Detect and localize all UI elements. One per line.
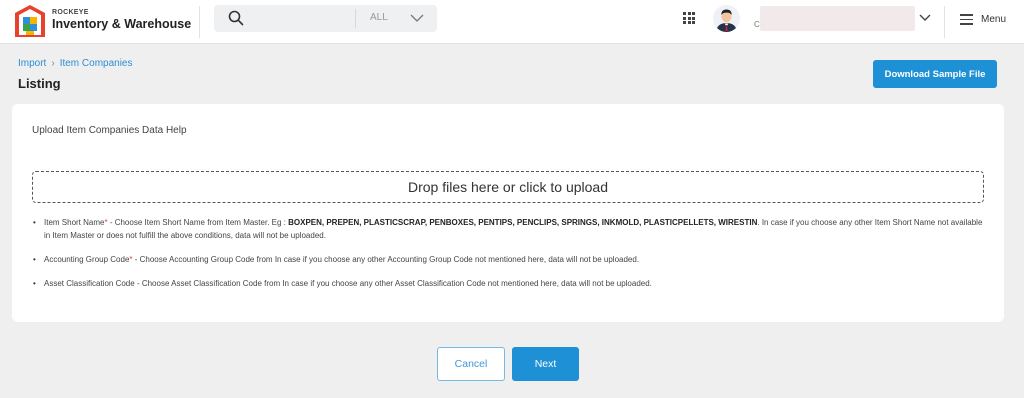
help-text: - Choose Asset Classification Code from …	[134, 279, 652, 288]
user-account-selector[interactable]	[760, 6, 915, 31]
avatar[interactable]	[713, 5, 740, 32]
menu-label[interactable]: Menu	[981, 14, 1006, 25]
help-list: Item Short Name* - Choose Item Short Nam…	[32, 216, 987, 301]
breadcrumb-item-import[interactable]: Import	[18, 58, 46, 69]
breadcrumb-separator-icon: ›	[51, 58, 55, 69]
brand-name: Inventory & Warehouse	[52, 17, 192, 31]
top-navbar: ROCKEYE Inventory & Warehouse ALL C Menu	[0, 0, 1024, 44]
menu-icon[interactable]	[960, 14, 973, 25]
user-avatar-icon	[713, 5, 740, 32]
help-field-name: Accounting Group Code	[44, 255, 130, 264]
upload-help-card: Upload Item Companies Data Help Drop fil…	[12, 104, 1004, 322]
download-sample-file-button[interactable]: Download Sample File	[873, 60, 997, 88]
help-text: - Choose Accounting Group Code from In c…	[132, 255, 640, 264]
card-title: Upload Item Companies Data Help	[32, 125, 187, 136]
logo-icon[interactable]	[14, 4, 46, 38]
search-scope-value: ALL	[370, 12, 388, 23]
search-icon[interactable]	[228, 10, 244, 26]
chevron-down-icon	[410, 14, 424, 22]
header-divider	[944, 6, 945, 38]
help-field-name: Asset Classification Code	[44, 279, 135, 288]
cancel-button[interactable]: Cancel	[437, 347, 505, 381]
help-field-name: Item Short Name	[44, 218, 105, 227]
file-dropzone[interactable]: Drop files here or click to upload	[32, 171, 984, 203]
header-divider	[199, 6, 200, 38]
breadcrumb-item-item-companies[interactable]: Item Companies	[60, 58, 133, 69]
brand-tagline: ROCKEYE	[52, 9, 89, 16]
help-item-accounting-group-code: Accounting Group Code* - Choose Accounti…	[32, 253, 987, 266]
help-text: - Choose Item Short Name from Item Maste…	[107, 218, 289, 227]
search-scope-select[interactable]: ALL	[356, 5, 437, 32]
help-item-asset-classification-code: Asset Classification Code - Choose Asset…	[32, 277, 987, 290]
chevron-down-icon[interactable]	[919, 13, 931, 22]
user-initial: C	[754, 20, 760, 29]
help-example-codes: BOXPEN, PREPEN, PLASTICSCRAP, PENBOXES, …	[288, 218, 758, 227]
global-search: ALL	[214, 5, 437, 32]
next-button[interactable]: Next	[512, 347, 579, 381]
search-input[interactable]	[254, 9, 354, 28]
help-item-item-short-name: Item Short Name* - Choose Item Short Nam…	[32, 216, 987, 242]
apps-grid-icon[interactable]	[683, 12, 695, 24]
breadcrumb: Import › Item Companies	[18, 58, 133, 69]
page-title: Listing	[18, 76, 61, 91]
